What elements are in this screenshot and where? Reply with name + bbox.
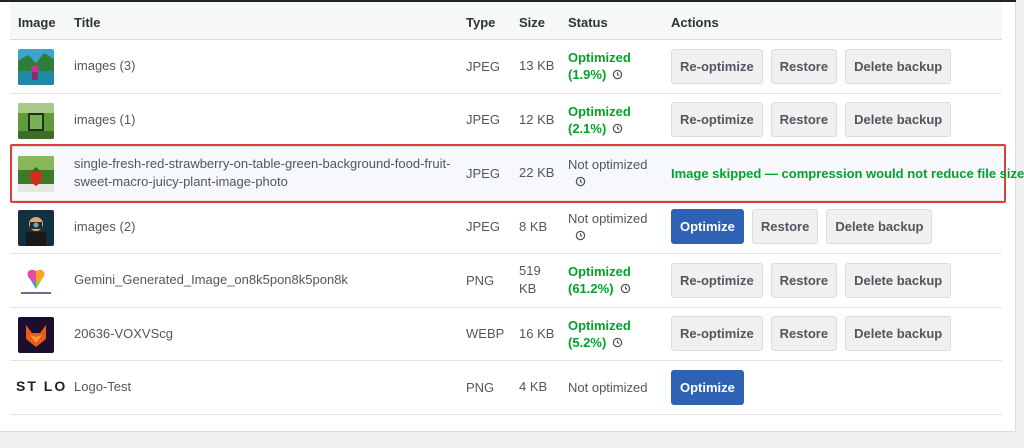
row-status: Not optimized xyxy=(568,201,668,254)
table-row: 20636-VOXVScg WEBP 16 KB Optimized (5.2%… xyxy=(10,308,1002,361)
row-title: Gemini_Generated_Image_on8k5pon8k5pon8k xyxy=(74,272,348,288)
status-label: Optimized xyxy=(568,317,631,333)
image-thumbnail[interactable] xyxy=(18,316,54,353)
row-size: 4 KB xyxy=(519,379,548,395)
delete-backup-button[interactable]: Delete backup xyxy=(845,316,952,352)
history-icon[interactable] xyxy=(575,176,586,187)
row-size: 8 KB xyxy=(519,218,548,234)
logo-thumbnail-text[interactable]: ST LO xyxy=(16,378,67,394)
row-size: 519 KB xyxy=(519,263,541,297)
status-label: Optimized xyxy=(568,50,631,66)
savings-percent: (1.9%) xyxy=(568,67,607,83)
delete-backup-button[interactable]: Delete backup xyxy=(845,102,952,138)
history-icon[interactable] xyxy=(575,230,586,241)
reoptimize-button[interactable]: Re-optimize xyxy=(671,48,763,84)
row-actions: Re-optimize Restore Delete backup xyxy=(671,94,952,147)
history-icon[interactable] xyxy=(612,123,623,134)
row-actions: Re-optimize Restore Delete backup xyxy=(671,254,952,307)
row-actions: Re-optimize Restore Delete backup xyxy=(671,40,952,93)
table-row: images (1) JPEG 12 KB Optimized (2.1%) R… xyxy=(10,94,1002,147)
row-type: JPEG xyxy=(466,112,500,128)
row-size: 16 KB xyxy=(519,325,555,341)
row-title: images (1) xyxy=(74,111,136,127)
table-row-skipped: single-fresh-red-strawberry-on-table-gre… xyxy=(10,144,1024,203)
row-size: 22 KB xyxy=(519,165,555,181)
delete-backup-button[interactable]: Delete backup xyxy=(845,262,952,298)
header-title: Title xyxy=(74,15,101,30)
row-status: Optimized (2.1%) xyxy=(568,94,668,147)
image-thumbnail[interactable] xyxy=(18,49,54,85)
header-status: Status xyxy=(568,15,608,30)
row-status: Optimized (1.9%) xyxy=(568,40,668,93)
media-table: Image Title Type Size Status Actions ima… xyxy=(10,2,1024,415)
image-thumbnail[interactable] xyxy=(18,209,54,246)
row-title: single-fresh-red-strawberry-on-table-gre… xyxy=(74,156,451,190)
row-status: Optimized (61.2%) xyxy=(568,254,668,307)
table-row: Gemini_Generated_Image_on8k5pon8k5pon8k … xyxy=(10,254,1002,308)
reoptimize-button[interactable]: Re-optimize xyxy=(671,262,763,298)
row-title: images (2) xyxy=(74,218,136,234)
row-title: Logo-Test xyxy=(74,379,132,395)
image-thumbnail[interactable] xyxy=(18,156,54,192)
row-type: JPEG xyxy=(466,219,500,235)
row-type: PNG xyxy=(466,272,495,288)
savings-percent: (61.2%) xyxy=(568,281,614,297)
restore-button[interactable]: Restore xyxy=(751,209,819,245)
row-actions: Optimize Restore Delete backup xyxy=(671,201,933,254)
row-status: Optimized (5.2%) xyxy=(568,308,668,361)
row-type: WEBP xyxy=(466,326,505,342)
table-row: images (3) JPEG 13 KB Optimized (1.9%) R… xyxy=(10,40,1002,94)
delete-backup-button[interactable]: Delete backup xyxy=(845,48,952,84)
row-type: PNG xyxy=(466,379,495,395)
savings-percent: (5.2%) xyxy=(568,334,607,350)
reoptimize-button[interactable]: Re-optimize xyxy=(671,102,763,138)
skipped-message: Image skipped — compression would not re… xyxy=(671,165,1024,181)
restore-button[interactable]: Restore xyxy=(770,102,838,138)
row-status: Not optimized xyxy=(568,361,668,414)
row-title: 20636-VOXVScg xyxy=(74,325,174,341)
status-label: Optimized xyxy=(568,103,631,119)
header-image: Image xyxy=(18,15,56,30)
row-type: JPEG xyxy=(466,165,500,181)
header-size: Size xyxy=(519,15,546,30)
row-size: 13 KB xyxy=(519,58,555,74)
history-icon[interactable] xyxy=(612,337,623,348)
table-row: images (2) JPEG 8 KB Not optimized Optim… xyxy=(10,201,1002,254)
savings-percent: (2.1%) xyxy=(568,120,607,136)
image-thumbnail[interactable] xyxy=(18,263,54,299)
status-label: Not optimized xyxy=(568,379,648,395)
row-status: Not optimized xyxy=(568,147,668,200)
image-thumbnail[interactable] xyxy=(18,102,54,139)
header-actions: Actions xyxy=(671,15,719,30)
optimize-button[interactable]: Optimize xyxy=(671,369,744,405)
restore-button[interactable]: Restore xyxy=(770,262,838,298)
history-icon[interactable] xyxy=(620,283,631,294)
delete-backup-button[interactable]: Delete backup xyxy=(826,209,933,245)
row-actions: Optimize xyxy=(671,361,744,414)
row-size: 12 KB xyxy=(519,111,555,127)
table-row: ST LO Logo-Test PNG 4 KB Not optimized O… xyxy=(10,361,1002,415)
history-icon[interactable] xyxy=(612,69,623,80)
reoptimize-button[interactable]: Re-optimize xyxy=(671,316,763,352)
row-title: images (3) xyxy=(74,58,136,74)
row-actions: Re-optimize Restore Delete backup xyxy=(671,308,952,361)
restore-button[interactable]: Restore xyxy=(770,48,838,84)
media-optimization-panel: Image Title Type Size Status Actions ima… xyxy=(0,0,1024,432)
status-label: Optimized xyxy=(568,264,631,280)
status-label: Not optimized xyxy=(568,210,648,226)
restore-button[interactable]: Restore xyxy=(770,316,838,352)
status-label: Not optimized xyxy=(568,157,648,173)
header-type: Type xyxy=(466,15,496,30)
row-type: JPEG xyxy=(466,58,500,74)
table-header: Image Title Type Size Status Actions xyxy=(10,2,1002,40)
optimize-button[interactable]: Optimize xyxy=(671,209,744,245)
